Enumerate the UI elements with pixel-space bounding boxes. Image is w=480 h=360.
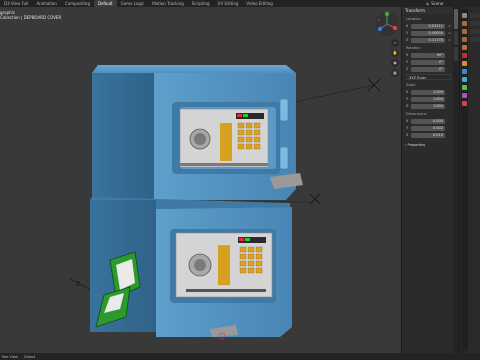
physics-icon[interactable] xyxy=(462,85,467,90)
particles-icon[interactable] xyxy=(462,77,467,82)
scale-x-row: X 1.000 xyxy=(406,89,451,95)
tab-view[interactable] xyxy=(454,47,458,61)
camera-icon[interactable]: ◉ xyxy=(391,59,399,67)
tab-default[interactable]: Default xyxy=(93,0,117,7)
output-icon[interactable] xyxy=(462,29,467,34)
grid-icon[interactable]: ▦ xyxy=(391,69,399,77)
tab-scripting[interactable]: Scripting xyxy=(188,0,214,7)
3d-viewport[interactable]: Z graphic Collection | DEPBOARD COVER ⌕ … xyxy=(0,7,401,353)
rotation-z-row: Z 0° xyxy=(406,66,451,72)
dimensions-x-row: X 0.000 xyxy=(406,118,451,124)
sidebar-n-panel: Transform Location X 0.03111 m Y 0.00000 m Z 0.… xyxy=(401,7,453,353)
workspace-bar: D3 View Full Animation Compositing Default G… xyxy=(0,0,480,7)
tab-animation[interactable]: Animation xyxy=(33,0,61,7)
rotation-y-field[interactable]: 0° xyxy=(411,59,445,65)
tab-item[interactable] xyxy=(454,9,458,29)
rotation-mode-dropdown[interactable]: XYZ Euler xyxy=(406,74,451,80)
dimensions-z-row: Z 0.010 xyxy=(406,132,451,138)
scale-y-field[interactable]: 1.000 xyxy=(411,96,445,102)
tab-d3-view-full[interactable]: D3 View Full xyxy=(0,0,33,7)
view-layer-icon[interactable] xyxy=(462,37,467,42)
scale-fields: X 1.000 Y 1.000 Z 1.000 xyxy=(402,89,453,109)
properties-editor xyxy=(459,7,480,353)
lock-icon[interactable]: m xyxy=(445,31,451,35)
top-safe xyxy=(92,65,303,200)
tool-icon[interactable] xyxy=(462,13,467,18)
empty-marker xyxy=(309,193,321,205)
tab-video-editing[interactable]: Video Editing xyxy=(242,0,276,7)
dimensions-fields: X 0.000 Y 0.002 Z 0.010 xyxy=(402,118,453,138)
object-icon[interactable] xyxy=(462,61,467,66)
location-fields: X 0.03111 m Y 0.00000 m Z 0.11778 m xyxy=(402,23,453,43)
modifier-icon[interactable] xyxy=(462,69,467,74)
location-y-field[interactable]: 0.00000 xyxy=(411,30,445,36)
workspace-tabs: D3 View Full Animation Compositing Default G… xyxy=(0,0,277,7)
dimensions-label: Dimensions xyxy=(406,112,427,116)
tab-motion-tracking[interactable]: Motion Tracking xyxy=(148,0,187,7)
rotation-fields: X 90° Y 0° Z 0° xyxy=(402,52,453,72)
location-y-row: Y 0.00000 m xyxy=(406,30,451,36)
status-hint: Pan View xyxy=(2,354,18,359)
properties-row[interactable] xyxy=(470,13,480,18)
lock-icon[interactable]: m xyxy=(445,38,451,42)
scale-z-field[interactable]: 1.000 xyxy=(411,103,445,109)
world-icon[interactable] xyxy=(462,53,467,58)
location-x-row: X 0.03111 m xyxy=(406,23,451,29)
rotation-x-row: X 90° xyxy=(406,52,451,58)
dimensions-x-field[interactable]: 0.000 xyxy=(411,118,445,124)
properties-row[interactable] xyxy=(470,21,480,26)
empty-marker xyxy=(367,78,381,92)
tab-tool[interactable] xyxy=(454,31,458,45)
location-z-row: Z 0.11778 m xyxy=(406,37,451,43)
properties-label: Properties xyxy=(407,143,426,147)
location-label: Location xyxy=(406,17,421,21)
dimensions-z-field[interactable]: 0.010 xyxy=(411,132,445,138)
rotation-z-field[interactable]: 0° xyxy=(411,66,445,72)
location-z-field[interactable]: 0.11778 xyxy=(411,37,445,43)
transform-header[interactable]: Transform xyxy=(402,7,453,14)
hand-icon[interactable]: ✋ xyxy=(391,49,399,57)
zoom-icon[interactable]: ⌕ xyxy=(391,39,399,47)
rotation-x-field[interactable]: 90° xyxy=(411,52,445,58)
scale-x-field[interactable]: 1.000 xyxy=(411,89,445,95)
rotation-label: Rotation xyxy=(406,46,421,50)
material-icon[interactable] xyxy=(462,101,467,106)
scale-y-row: Y 1.000 xyxy=(406,96,451,102)
properties-body xyxy=(470,9,480,351)
render-icon[interactable] xyxy=(462,21,467,26)
scale-z-row: Z 1.000 xyxy=(406,103,451,109)
tab-uv-editing[interactable]: UV Editing xyxy=(214,0,243,7)
collection-label: Collection | DEPBOARD COVER xyxy=(0,15,62,20)
rotation-y-row: Y 0° xyxy=(406,59,451,65)
lock-icon[interactable]: m xyxy=(445,24,451,28)
dimensions-y-row: Y 0.002 xyxy=(406,125,451,131)
constraints-icon[interactable] xyxy=(462,93,467,98)
scale-label: Scale xyxy=(406,83,416,87)
properties-row[interactable] xyxy=(470,29,480,34)
scene-icon: ◈ xyxy=(426,1,430,6)
location-x-field[interactable]: 0.03111 xyxy=(411,23,445,29)
scene-render: Z xyxy=(69,65,381,340)
viewport-info: graphic Collection | DEPBOARD COVER xyxy=(0,10,61,20)
scene-selector[interactable]: ◈ Scene xyxy=(426,0,443,7)
axis-z-marker: Z xyxy=(76,281,80,288)
properties-tab-column xyxy=(461,9,468,351)
navigation-gizmo[interactable] xyxy=(374,11,400,37)
tab-game-logic[interactable]: Game Logic xyxy=(117,0,149,7)
status-mode: Object xyxy=(23,354,36,359)
dimensions-y-field[interactable]: 0.002 xyxy=(411,125,445,131)
properties-row[interactable] xyxy=(470,37,480,42)
status-bar: Pan View Object xyxy=(0,353,480,360)
scene-icon[interactable] xyxy=(462,45,467,50)
properties-section[interactable]: › Properties xyxy=(402,142,453,148)
tab-compositing[interactable]: Compositing xyxy=(61,0,94,7)
